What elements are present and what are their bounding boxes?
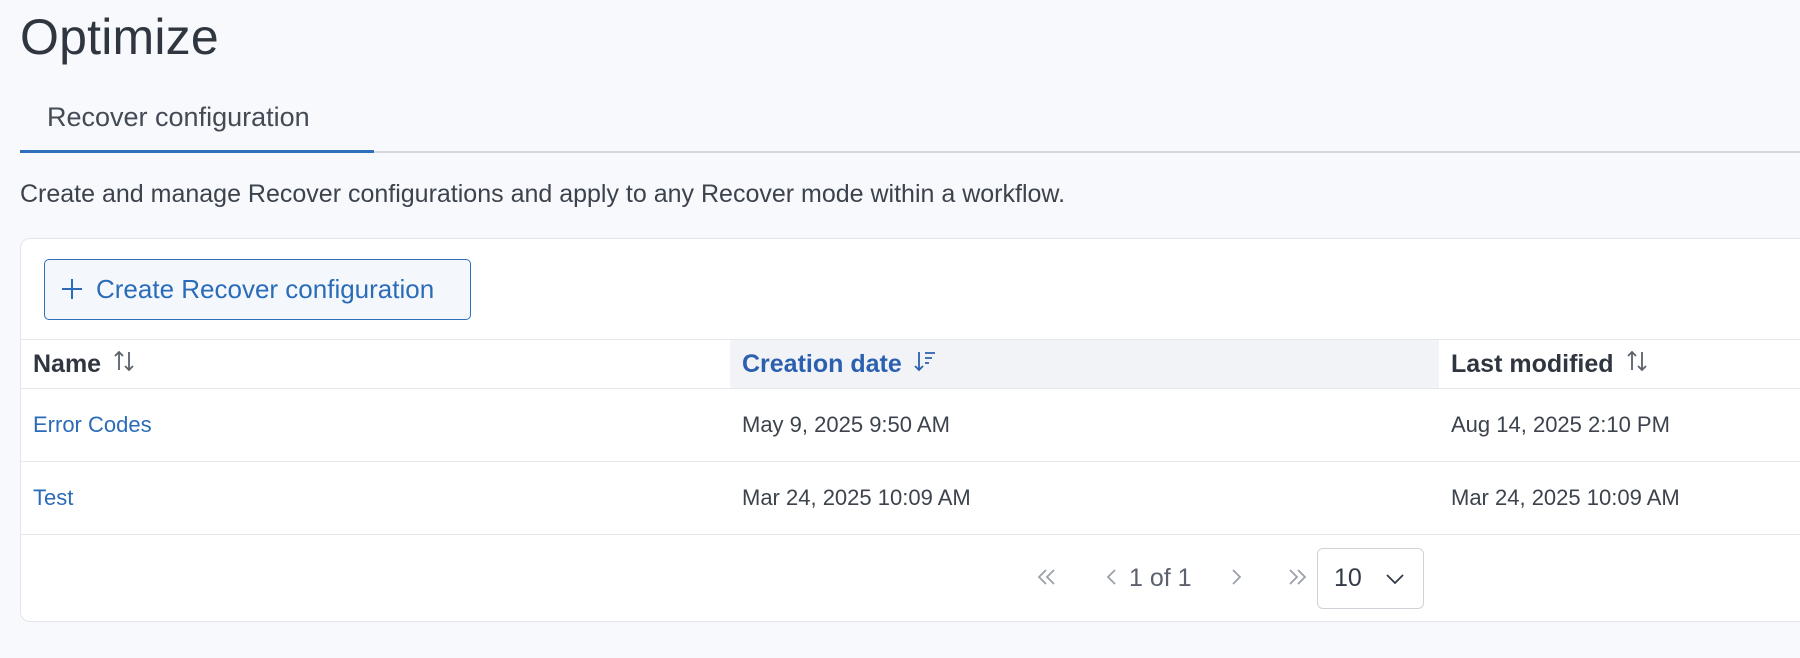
page-indicator: 1 of 1 <box>1129 564 1192 592</box>
last-modified-date: Aug 14, 2025 2:10 PM <box>1451 412 1670 437</box>
page: Optimize Recover configuration Create an… <box>0 0 1800 658</box>
table-header-row: Name Creation date Last modified <box>21 339 1800 389</box>
configurations-table: Name Creation date Last modified Error C… <box>21 339 1800 535</box>
pagination: 1 of 1 10 <box>21 548 1800 610</box>
sort-both-icon[interactable] <box>111 348 137 381</box>
page-size-select[interactable]: 10 <box>1317 548 1424 609</box>
column-header-name[interactable]: Name <box>21 340 730 388</box>
creation-date-cell: May 9, 2025 9:50 AM <box>730 389 1439 461</box>
last-page-icon[interactable] <box>1285 564 1311 597</box>
column-header-label: Creation date <box>742 349 902 378</box>
page-description: Create and manage Recover configurations… <box>20 180 1066 208</box>
sort-both-icon[interactable] <box>1624 348 1650 381</box>
last-modified-cell: Aug 14, 2025 2:10 PM <box>1439 389 1800 461</box>
table-row: Test Mar 24, 2025 10:09 AM Mar 24, 2025 … <box>21 462 1800 535</box>
create-recover-configuration-button[interactable]: Create Recover configuration <box>44 259 471 320</box>
configurations-card: Create Recover configuration Name Creati… <box>20 238 1800 622</box>
creation-date-cell: Mar 24, 2025 10:09 AM <box>730 462 1439 534</box>
create-button-label: Create Recover configuration <box>96 274 435 304</box>
configuration-name-link[interactable]: Test <box>33 485 73 511</box>
next-page-icon[interactable] <box>1223 564 1249 597</box>
column-header-label: Last modified <box>1451 349 1614 378</box>
column-header-label: Name <box>33 349 102 378</box>
tab-recover-configuration[interactable]: Recover configuration <box>20 90 374 153</box>
column-header-last-modified[interactable]: Last modified <box>1439 340 1800 388</box>
first-page-icon[interactable] <box>1033 564 1059 597</box>
tab-bar: Recover configuration <box>20 90 1800 153</box>
configuration-name-link[interactable]: Error Codes <box>33 412 152 438</box>
creation-date: Mar 24, 2025 10:09 AM <box>742 485 971 510</box>
table-row: Error Codes May 9, 2025 9:50 AM Aug 14, … <box>21 389 1800 462</box>
last-modified-date: Mar 24, 2025 10:09 AM <box>1451 485 1680 510</box>
column-header-creation-date[interactable]: Creation date <box>730 340 1439 388</box>
name-cell: Error Codes <box>21 389 730 461</box>
chevron-down-icon <box>1381 565 1409 600</box>
name-cell: Test <box>21 462 730 534</box>
prev-page-icon[interactable] <box>1099 564 1125 597</box>
plus-icon <box>60 273 84 307</box>
creation-date: May 9, 2025 9:50 AM <box>742 412 950 437</box>
page-size-value: 10 <box>1334 564 1362 592</box>
sort-descending-icon[interactable] <box>912 348 938 381</box>
last-modified-cell: Mar 24, 2025 10:09 AM <box>1439 462 1800 534</box>
page-title: Optimize <box>20 9 219 65</box>
